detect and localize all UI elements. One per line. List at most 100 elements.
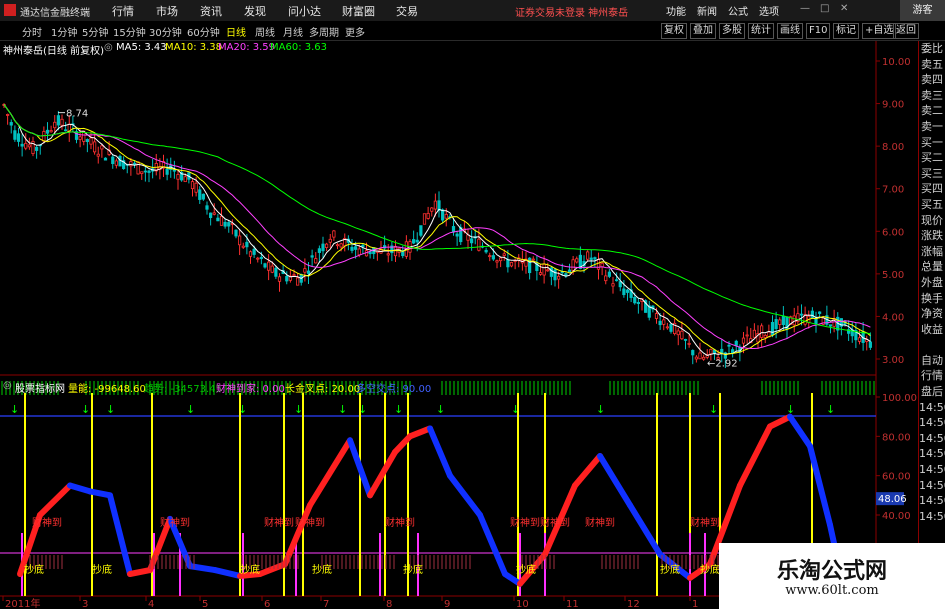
candle-body (419, 225, 423, 236)
candle-body (45, 129, 50, 134)
tab-30min[interactable]: 30分钟 (149, 24, 182, 39)
oscillator-segment (597, 453, 633, 509)
candle-body (611, 283, 615, 287)
tab-weekly[interactable]: 周线 (255, 24, 275, 39)
candle-body (277, 276, 282, 282)
candle-body (201, 193, 205, 200)
watermark: 乐淘公式网 www.60lt.com (719, 543, 945, 609)
minimize-icon[interactable]: — (800, 3, 810, 14)
menu-markets[interactable]: 市场 (156, 3, 178, 19)
sidebar-item: 委比 (921, 42, 943, 55)
tab-more[interactable]: 更多 (345, 24, 365, 39)
mark-button[interactable]: 标记 (833, 23, 859, 39)
date-tick-label: 12 (627, 599, 640, 609)
candle-body (470, 238, 474, 244)
candle-body (557, 275, 561, 280)
candle-body (774, 319, 778, 329)
f10-button[interactable]: F10 (806, 23, 831, 39)
oscillator-segment (87, 488, 113, 499)
menu-market[interactable]: 行情 (112, 3, 134, 19)
tab-timeshare[interactable]: 分时 (22, 24, 42, 39)
menu-formula[interactable]: 公式 (728, 3, 748, 18)
stock-name: 神州泰岳(日线 前复权) (3, 46, 104, 57)
menu-newsflash[interactable]: 新闻 (697, 3, 717, 18)
date-tick-label: 7 (323, 599, 329, 609)
candle-body (357, 248, 361, 256)
candle-body (111, 156, 115, 164)
cross-value: 长金叉点: 20.00 (285, 384, 361, 395)
maximize-icon[interactable]: □ (820, 3, 829, 14)
candle-body (680, 330, 684, 340)
bottom-label: 抄底 (312, 563, 332, 576)
date-tick-label: 9 (444, 599, 450, 609)
overlay-button[interactable]: 叠加 (690, 23, 716, 39)
candle-body (103, 157, 108, 161)
menu-ask[interactable]: 问小达 (288, 3, 321, 19)
login-notice[interactable]: 证券交易未登录 神州泰岳 (515, 4, 628, 19)
candle-body (227, 222, 231, 227)
candle-body (248, 251, 253, 257)
back-button[interactable]: 返回 (893, 23, 919, 39)
candle-body (296, 277, 300, 286)
candle-body (593, 257, 597, 260)
candle-body (335, 244, 340, 247)
tab-multi-period[interactable]: 多周期 (309, 24, 339, 39)
menu-wealth[interactable]: 财富圈 (342, 3, 375, 19)
tab-15min[interactable]: 15分钟 (113, 24, 146, 39)
multi-stock-button[interactable]: 多股 (719, 23, 745, 39)
app-title: 通达信金融终端 (20, 8, 90, 19)
draw-button[interactable]: 画线 (777, 23, 803, 39)
tab-monthly[interactable]: 月线 (283, 24, 303, 39)
candle-body (13, 130, 17, 140)
oscillator-segment (627, 502, 663, 558)
adjust-button[interactable]: 复权 (661, 23, 687, 39)
tab-daily[interactable]: 日线 (226, 24, 246, 39)
kline-chart-area[interactable]: 8.74←2.92 ↓ ↓ ↓ ↓ ↓ ↓ ↓ ↓ ↓ ↓ ↓ ↓ ↓ ↓ ↓财神到 财神到 财神到 财神到 财神到… (0, 41, 918, 609)
menu-news[interactable]: 资讯 (200, 3, 222, 19)
oscillator-segment (572, 453, 603, 489)
wealth-label: 财神到 (585, 516, 615, 529)
candle-body (234, 229, 238, 237)
menu-function[interactable]: 功能 (666, 3, 686, 18)
oscillator-segment (212, 567, 243, 579)
candle-body (720, 348, 724, 354)
main-info-bar: 神州泰岳(日线 前复权) ◎ MA5: 3.43 MA10: 3.38 MA20… (0, 41, 880, 57)
price-tick-label: 7.00 (882, 185, 904, 196)
menu-trade[interactable]: 交易 (396, 3, 418, 19)
low-annotation: ←2.92 (707, 358, 738, 369)
oscillator-segment (787, 413, 813, 450)
bottom-label: 抄底 (660, 563, 680, 576)
date-tick-label: 5 (202, 599, 208, 609)
candle-body (477, 238, 481, 251)
menu-discover[interactable]: 发现 (244, 3, 266, 19)
candle-body (615, 279, 619, 282)
close-icon[interactable]: ✕ (840, 3, 848, 14)
candle-body (658, 320, 662, 326)
candle-body (114, 160, 118, 166)
add-watchlist-button[interactable]: +自选 (862, 23, 897, 39)
down-arrow-icon: ↓ (294, 403, 303, 416)
candle-body (665, 326, 669, 329)
candle-body (401, 250, 405, 257)
menu-options[interactable]: 选项 (759, 3, 779, 18)
date-tick-label: 1 (692, 599, 698, 609)
price-tick-label: 10.00 (882, 57, 911, 68)
guest-button[interactable]: 游客 (900, 0, 945, 21)
candle-body (763, 334, 767, 339)
sidebar-item: 卖四 (921, 73, 943, 87)
settings-icon[interactable]: ◎ (104, 42, 113, 53)
candle-body (212, 212, 216, 215)
date-tick-label: 8 (386, 599, 392, 609)
tab-1min[interactable]: 1分钟 (51, 24, 77, 39)
candle-body (263, 263, 267, 268)
stats-button[interactable]: 统计 (748, 23, 774, 39)
indicator-settings-icon[interactable]: ◎ (3, 380, 12, 391)
candle-body (165, 168, 169, 175)
sidebar-item: 14:50 (919, 509, 945, 523)
tab-5min[interactable]: 5分钟 (82, 24, 108, 39)
sidebar-item: 卖五 (921, 57, 943, 71)
candle-body (310, 255, 314, 258)
candle-body (778, 319, 782, 325)
oscillator-segment (107, 492, 133, 577)
tab-60min[interactable]: 60分钟 (187, 24, 220, 39)
